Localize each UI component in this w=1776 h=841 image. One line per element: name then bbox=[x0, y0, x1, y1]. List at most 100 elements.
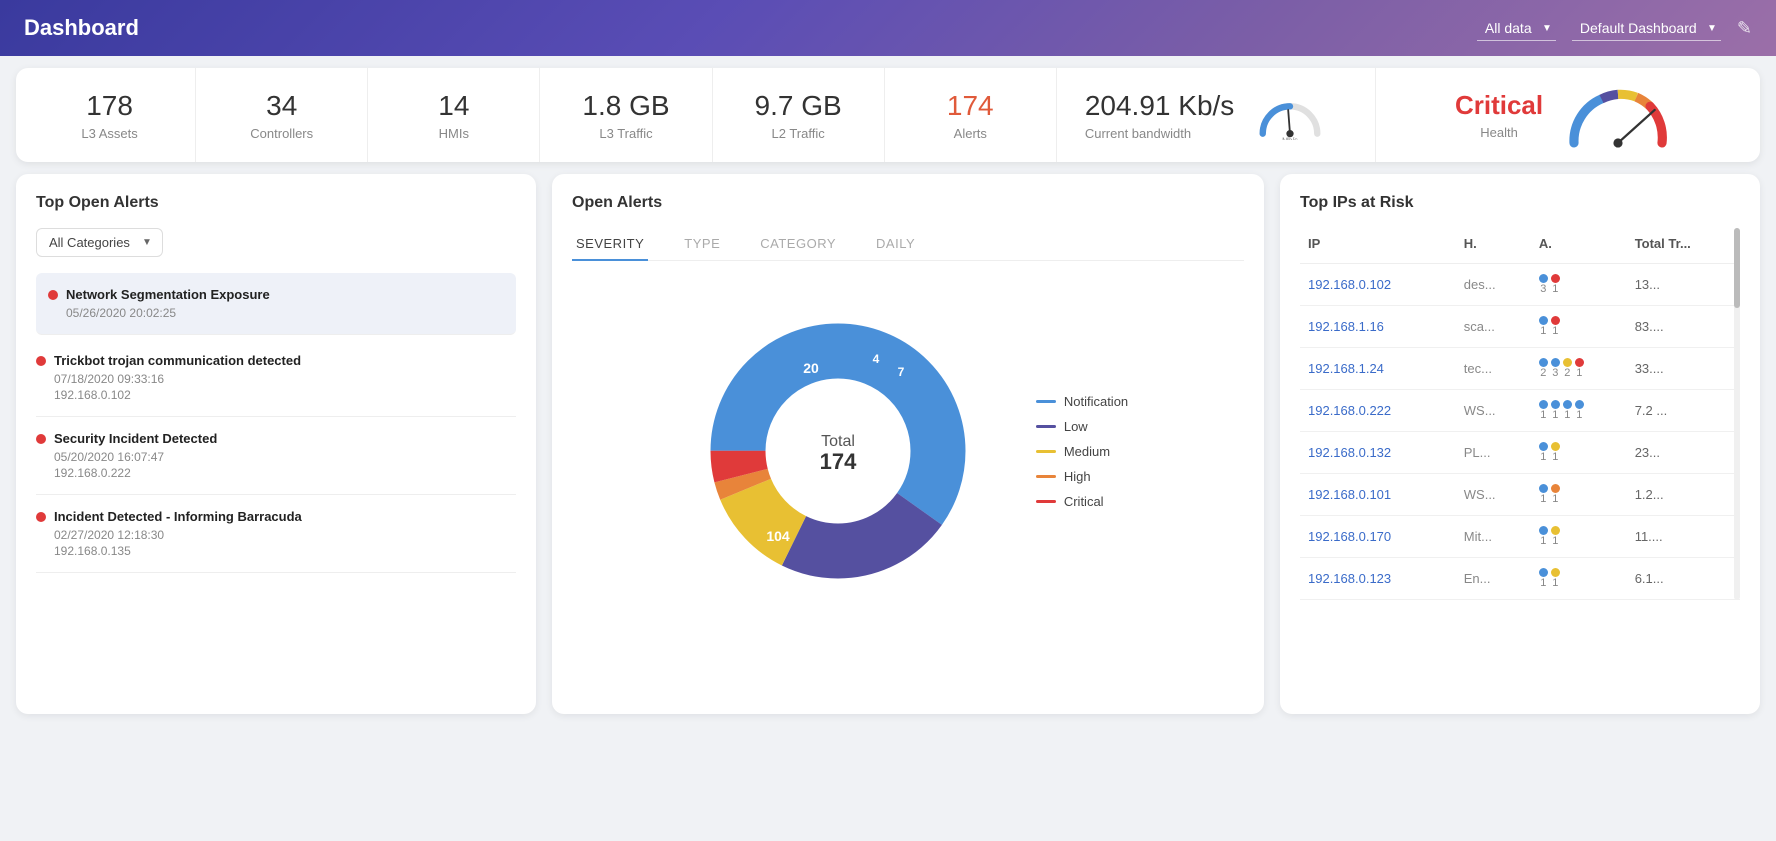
tab-category[interactable]: CATEGORY bbox=[756, 228, 840, 261]
l3-traffic-value: 1.8 GB bbox=[582, 89, 669, 123]
dots-cell: 11 bbox=[1531, 306, 1627, 348]
svg-text:7: 7 bbox=[898, 365, 905, 379]
list-item[interactable]: Incident Detected - Informing Barracuda … bbox=[36, 495, 516, 573]
severity-dot bbox=[1575, 358, 1584, 367]
hmis-label: HMIs bbox=[439, 126, 469, 141]
total-traffic-cell: 7.2 ... bbox=[1627, 390, 1740, 432]
ip-link[interactable]: 192.168.0.102 bbox=[1308, 277, 1391, 292]
tab-daily[interactable]: DAILY bbox=[872, 228, 919, 261]
alerts-scroll-container[interactable]: Network Segmentation Exposure 05/26/2020… bbox=[36, 273, 516, 573]
legend-high: High bbox=[1036, 469, 1128, 484]
severity-dot bbox=[1539, 442, 1548, 451]
alert-severity-dot bbox=[48, 290, 58, 300]
total-traffic-cell: 11.... bbox=[1627, 516, 1740, 558]
tab-type[interactable]: TYPE bbox=[680, 228, 724, 261]
data-source-select[interactable]: All data bbox=[1477, 16, 1556, 41]
top-ips-title: Top IPs at Risk bbox=[1300, 194, 1740, 212]
ips-table: IP H. A. Total Tr... 192.168.0.102des...… bbox=[1300, 228, 1740, 600]
category-cell: WS... bbox=[1456, 474, 1531, 516]
tab-severity[interactable]: SEVERITY bbox=[572, 228, 648, 261]
top-open-alerts-title: Top Open Alerts bbox=[36, 194, 516, 212]
legend-critical: Critical bbox=[1036, 494, 1128, 509]
stat-hmis: 14 HMIs bbox=[368, 68, 540, 162]
ip-link[interactable]: 192.168.0.101 bbox=[1308, 487, 1391, 502]
legend-notification: Notification bbox=[1036, 394, 1128, 409]
chart-legend: Notification Low Medium High Critical bbox=[1036, 394, 1128, 509]
legend-color-low bbox=[1036, 425, 1056, 428]
total-traffic-cell: 83.... bbox=[1627, 306, 1740, 348]
table-row: 192.168.0.132PL...1123... bbox=[1300, 432, 1740, 474]
table-row: 192.168.0.102des...3113... bbox=[1300, 264, 1740, 306]
health-label: Health bbox=[1455, 125, 1543, 140]
severity-dot bbox=[1551, 526, 1560, 535]
dashboard-name-wrapper[interactable]: Default Dashboard bbox=[1572, 16, 1721, 41]
dashboard-name-select[interactable]: Default Dashboard bbox=[1572, 16, 1721, 41]
category-filter-label: All Categories bbox=[49, 235, 130, 250]
l3-traffic-label: L3 Traffic bbox=[599, 126, 652, 141]
list-item[interactable]: Network Segmentation Exposure 05/26/2020… bbox=[36, 273, 516, 335]
severity-dot bbox=[1539, 316, 1548, 325]
severity-dot bbox=[1539, 568, 1548, 577]
category-cell: En... bbox=[1456, 558, 1531, 600]
ip-link[interactable]: 192.168.0.222 bbox=[1308, 403, 1391, 418]
svg-text:174: 174 bbox=[819, 449, 856, 474]
col-ip: IP bbox=[1300, 228, 1456, 264]
l2-traffic-label: L2 Traffic bbox=[772, 126, 825, 141]
category-filter[interactable]: All Categories bbox=[36, 228, 163, 257]
list-item[interactable]: Security Incident Detected 05/20/2020 16… bbox=[36, 417, 516, 495]
category-cell: PL... bbox=[1456, 432, 1531, 474]
table-row: 192.168.0.222 WS...11117.2 ... bbox=[1300, 390, 1740, 432]
bandwidth-label: Current bandwidth bbox=[1085, 126, 1234, 141]
alert-title: Security Incident Detected bbox=[54, 431, 217, 446]
severity-dot bbox=[1551, 358, 1560, 367]
total-traffic-cell: 1.2... bbox=[1627, 474, 1740, 516]
svg-text:Mb/s: Mb/s bbox=[1282, 136, 1298, 140]
dots-cell: 2321 bbox=[1531, 348, 1627, 390]
dots-cell: 31 bbox=[1531, 264, 1627, 306]
table-row: 192.168.0.170 Mit...1111.... bbox=[1300, 516, 1740, 558]
alert-severity-dot bbox=[36, 434, 46, 444]
top-open-alerts-panel: Top Open Alerts All Categories Network S… bbox=[16, 174, 536, 714]
main-content: Top Open Alerts All Categories Network S… bbox=[16, 174, 1760, 714]
table-row: 192.168.1.16sca...1183.... bbox=[1300, 306, 1740, 348]
alert-title: Incident Detected - Informing Barracuda bbox=[54, 509, 302, 524]
col-total: Total Tr... bbox=[1627, 228, 1740, 264]
ip-link[interactable]: 192.168.1.16 bbox=[1308, 319, 1384, 334]
scrollbar-thumb[interactable] bbox=[1734, 228, 1740, 308]
data-source-wrapper[interactable]: All data bbox=[1477, 16, 1556, 41]
col-a: A. bbox=[1531, 228, 1627, 264]
health-gauge-svg bbox=[1563, 80, 1673, 150]
total-traffic-cell: 33.... bbox=[1627, 348, 1740, 390]
ip-link[interactable]: 192.168.0.132 bbox=[1308, 445, 1391, 460]
open-alerts-panel: Open Alerts SEVERITY TYPE CATEGORY DAILY bbox=[552, 174, 1264, 714]
legend-low: Low bbox=[1036, 419, 1128, 434]
alert-severity-dot bbox=[36, 512, 46, 522]
severity-dot bbox=[1539, 526, 1548, 535]
stat-alerts: 174 Alerts bbox=[885, 68, 1057, 162]
severity-dot bbox=[1551, 484, 1560, 493]
dots-cell: 11 bbox=[1531, 432, 1627, 474]
stat-bandwidth: 204.91 Kb/s Current bandwidth Mb/s bbox=[1057, 68, 1376, 162]
legend-color-critical bbox=[1036, 500, 1056, 503]
severity-dot bbox=[1551, 316, 1560, 325]
scrollbar-track[interactable] bbox=[1734, 228, 1740, 600]
severity-dot bbox=[1575, 400, 1584, 409]
ip-link[interactable]: 192.168.0.123 bbox=[1308, 571, 1391, 586]
category-cell: Mit... bbox=[1456, 516, 1531, 558]
alert-ip: 192.168.0.135 bbox=[54, 544, 508, 558]
ip-link[interactable]: 192.168.0.170 bbox=[1308, 529, 1391, 544]
alert-timestamp: 05/20/2020 16:07:47 bbox=[54, 450, 508, 464]
ip-link[interactable]: 192.168.1.24 bbox=[1308, 361, 1384, 376]
severity-dot bbox=[1551, 568, 1560, 577]
list-item[interactable]: Trickbot trojan communication detected 0… bbox=[36, 339, 516, 417]
col-h: H. bbox=[1456, 228, 1531, 264]
dots-cell: 11 bbox=[1531, 474, 1627, 516]
dots-cell: 11 bbox=[1531, 516, 1627, 558]
health-value: Critical bbox=[1455, 90, 1543, 121]
legend-color-medium bbox=[1036, 450, 1056, 453]
dots-cell: 1111 bbox=[1531, 390, 1627, 432]
total-traffic-cell: 6.1... bbox=[1627, 558, 1740, 600]
edit-icon[interactable]: ✎ bbox=[1737, 18, 1752, 39]
category-cell: WS... bbox=[1456, 390, 1531, 432]
header: Dashboard All data Default Dashboard ✎ bbox=[0, 0, 1776, 56]
